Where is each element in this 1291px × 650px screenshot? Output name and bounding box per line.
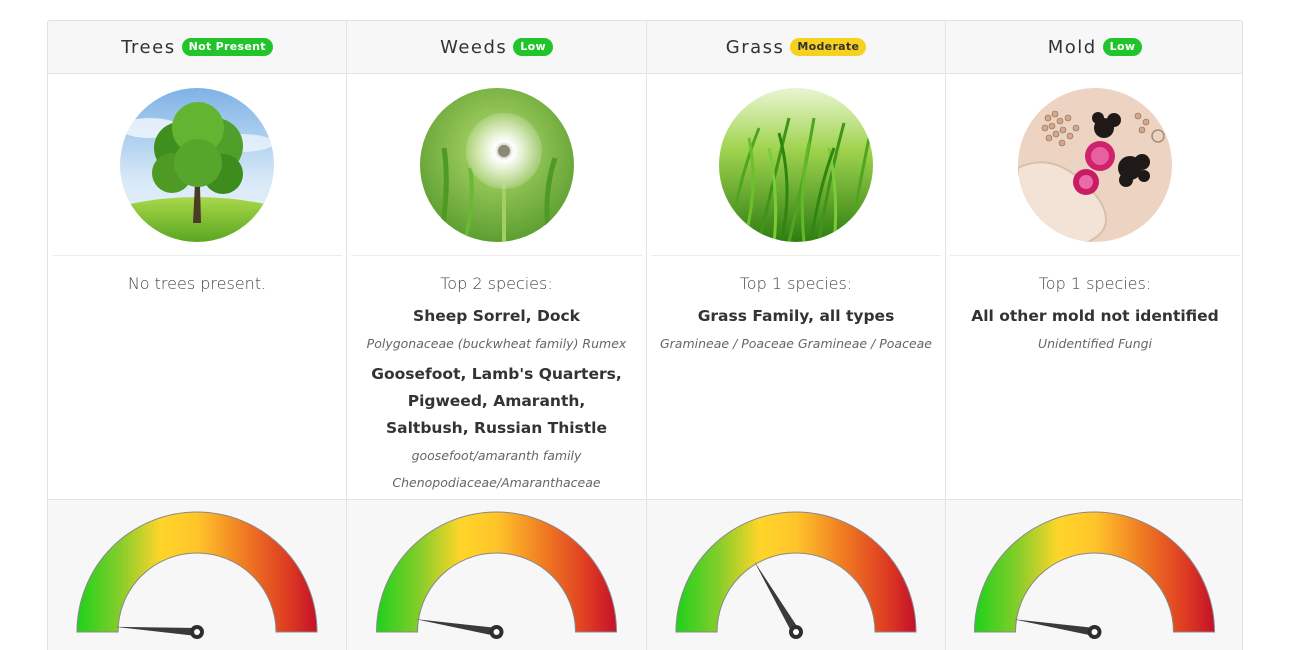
species-scientific: Polygonaceae (buckwheat family) Rumex xyxy=(366,336,627,351)
level-gauge xyxy=(675,511,917,639)
gauge-needle xyxy=(754,561,800,635)
column-header: Trees Not Present xyxy=(48,21,346,74)
column-trees: Trees Not Present No trees present. xyxy=(48,21,347,650)
column-header: Mold Low xyxy=(946,21,1242,74)
gauge-panel xyxy=(946,499,1242,650)
gauge-panel xyxy=(647,499,945,650)
photo-area xyxy=(651,74,941,256)
level-gauge xyxy=(973,511,1216,639)
species-scientific: Chenopodiaceae/Amaranthaceae xyxy=(392,475,601,490)
gauge-needle xyxy=(415,619,498,636)
gauge-arc xyxy=(375,511,618,633)
gauge-hub-center xyxy=(1091,629,1098,635)
species-info: Top 1 species: All other mold not identi… xyxy=(946,256,1242,499)
gauge-panel xyxy=(347,499,646,650)
column-mold: Mold Low Top 1 species: All other mold n… xyxy=(946,21,1242,650)
column-header: Weeds Low xyxy=(347,21,646,74)
species-name: Sheep Sorrel, Dock xyxy=(413,307,580,325)
gauge-arc xyxy=(76,511,318,633)
species-intro: Top 1 species: xyxy=(739,274,853,293)
column-grass: Grass Moderate Top 1 species: Grass Fami… xyxy=(647,21,946,650)
species-name: All other mold not identified xyxy=(971,307,1219,325)
allergen-name: Mold xyxy=(1047,36,1097,58)
gauge-hub-center xyxy=(493,629,500,635)
level-gauge xyxy=(375,511,618,639)
level-badge: Not Present xyxy=(181,38,273,56)
allergen-name: Weeds xyxy=(440,36,508,58)
allergen-name: Grass xyxy=(725,36,785,58)
dandelion-photo xyxy=(419,87,574,242)
level-badge: Low xyxy=(513,38,553,56)
species-scientific: Unidentified Fungi xyxy=(1037,336,1153,351)
level-badge: Low xyxy=(1102,38,1143,56)
allergen-grid: Trees Not Present No trees present. Weed… xyxy=(47,20,1243,650)
level-badge: Moderate xyxy=(790,38,867,56)
species-info: Top 2 species: Sheep Sorrel, Dock Polygo… xyxy=(347,256,646,499)
species-info: Top 1 species: Grass Family, all types G… xyxy=(647,256,945,499)
gauge-arc xyxy=(675,511,917,633)
gauge-hub-center xyxy=(793,629,799,635)
photo-area xyxy=(52,74,342,256)
species-info: No trees present. xyxy=(48,256,346,499)
gauge-needle xyxy=(1013,619,1096,636)
species-name: Goosefoot, Lamb's Quarters, Pigweed, Ama… xyxy=(371,365,622,437)
column-header: Grass Moderate xyxy=(647,21,945,74)
species-intro: No trees present. xyxy=(127,274,267,293)
mold-spores-photo xyxy=(1018,87,1172,242)
column-weeds: Weeds Low Top 2 species: Sheep Sorrel, D… xyxy=(347,21,647,650)
gauge-panel xyxy=(48,499,346,650)
gauge-arc xyxy=(973,511,1216,633)
photo-area xyxy=(950,74,1240,256)
species-intro: Top 2 species: xyxy=(440,274,553,293)
grass-photo xyxy=(719,87,873,242)
species-scientific: Gramineae / Poaceae Gramineae / Poaceae xyxy=(659,336,932,351)
gauge-hub-center xyxy=(194,629,200,635)
level-gauge xyxy=(76,511,318,639)
species-intro: Top 1 species: xyxy=(1038,274,1152,293)
tree-photo xyxy=(120,87,274,242)
species-name: Grass Family, all types xyxy=(697,307,895,325)
photo-area xyxy=(351,74,642,256)
gauge-needle xyxy=(115,626,198,636)
allergen-name: Trees xyxy=(121,36,176,58)
species-scientific: goosefoot/amaranth family xyxy=(411,448,582,463)
